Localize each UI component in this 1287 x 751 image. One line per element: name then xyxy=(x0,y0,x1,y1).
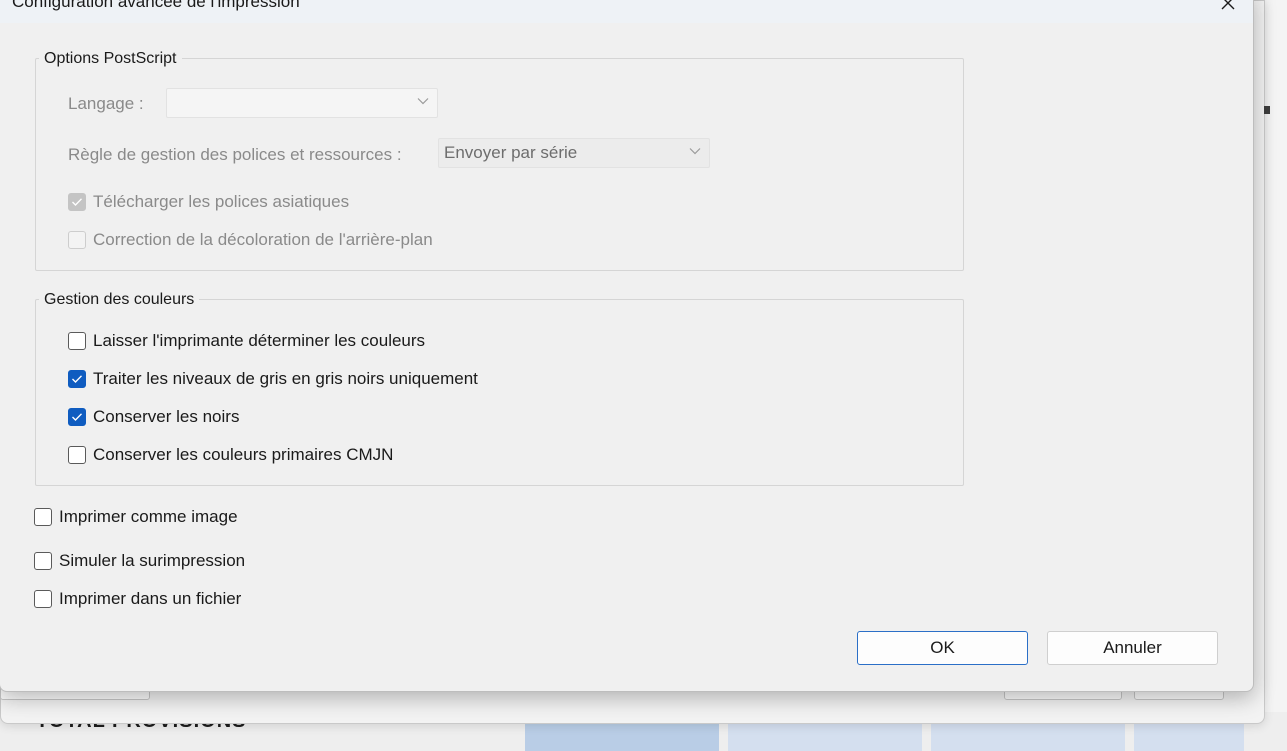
preserve-blacks-label: Conserver les noirs xyxy=(93,407,240,426)
checkbox-box xyxy=(68,231,86,249)
checkbox-box xyxy=(68,332,86,350)
background-table-cell xyxy=(728,722,922,751)
postscript-group-label: Options PostScript xyxy=(39,50,182,68)
language-label: Langage : xyxy=(68,94,144,113)
chevron-down-icon xyxy=(689,148,701,155)
simulate-overprint-label: Simuler la surimpression xyxy=(59,551,246,570)
preserve-blacks-checkbox[interactable]: Conserver les noirs xyxy=(68,407,239,427)
print-as-image-checkbox[interactable]: Imprimer comme image xyxy=(34,507,238,527)
print-as-image-label: Imprimer comme image xyxy=(59,507,238,526)
language-select[interactable] xyxy=(166,88,438,118)
grayscale-black-only-label: Traiter les niveaux de gris en gris noir… xyxy=(93,369,478,388)
preserve-cmyk-primaries-checkbox[interactable]: Conserver les couleurs primaires CMJN xyxy=(68,445,393,465)
checkmark-icon xyxy=(72,375,83,383)
checkbox-box xyxy=(34,508,52,526)
print-to-file-checkbox[interactable]: Imprimer dans un fichier xyxy=(34,589,241,609)
grayscale-black-only-checkbox[interactable]: Traiter les niveaux de gris en gris noir… xyxy=(68,369,478,389)
preserve-cmyk-primaries-label: Conserver les couleurs primaires CMJN xyxy=(93,445,394,464)
background-table-cell xyxy=(1134,722,1244,751)
dialog-titlebar: Configuration avancée de l'impression xyxy=(0,0,1253,23)
checkbox-box xyxy=(68,408,86,426)
download-asian-fonts-label: Télécharger les polices asiatiques xyxy=(93,192,350,211)
close-button[interactable] xyxy=(1212,0,1244,15)
chevron-down-icon xyxy=(417,98,429,105)
ok-button[interactable]: OK xyxy=(857,631,1028,665)
font-rule-select[interactable]: Envoyer par série xyxy=(438,138,710,168)
background-correction-label: Correction de la décoloration de l'arriè… xyxy=(93,230,433,249)
background-table-cell xyxy=(931,722,1125,751)
background-correction-checkbox[interactable]: Correction de la décoloration de l'arriè… xyxy=(68,230,433,250)
advanced-print-settings-dialog: Configuration avancée de l'impression Op… xyxy=(0,0,1254,692)
printer-determines-colors-checkbox[interactable]: Laisser l'imprimante déterminer les coul… xyxy=(68,331,425,351)
close-icon xyxy=(1221,0,1235,10)
checkbox-box xyxy=(34,590,52,608)
simulate-overprint-checkbox[interactable]: Simuler la surimpression xyxy=(34,551,245,571)
font-rule-select-value: Envoyer par série xyxy=(444,143,578,162)
checkmark-icon xyxy=(72,198,83,206)
dialog-title: Configuration avancée de l'impression xyxy=(12,0,300,11)
background-table-cell xyxy=(525,722,719,751)
checkbox-box xyxy=(68,193,86,211)
color-group-label: Gestion des couleurs xyxy=(39,291,200,309)
cancel-button[interactable]: Annuler xyxy=(1047,631,1218,665)
font-rule-label: Règle de gestion des polices et ressourc… xyxy=(68,145,402,164)
printer-determines-colors-label: Laisser l'imprimante déterminer les coul… xyxy=(93,331,426,350)
download-asian-fonts-checkbox[interactable]: Télécharger les polices asiatiques xyxy=(68,192,349,212)
checkbox-box xyxy=(34,552,52,570)
checkbox-box xyxy=(68,446,86,464)
checkmark-icon xyxy=(72,413,83,421)
print-to-file-label: Imprimer dans un fichier xyxy=(59,589,242,608)
background-edge-mark xyxy=(1264,106,1270,114)
checkbox-box xyxy=(68,370,86,388)
